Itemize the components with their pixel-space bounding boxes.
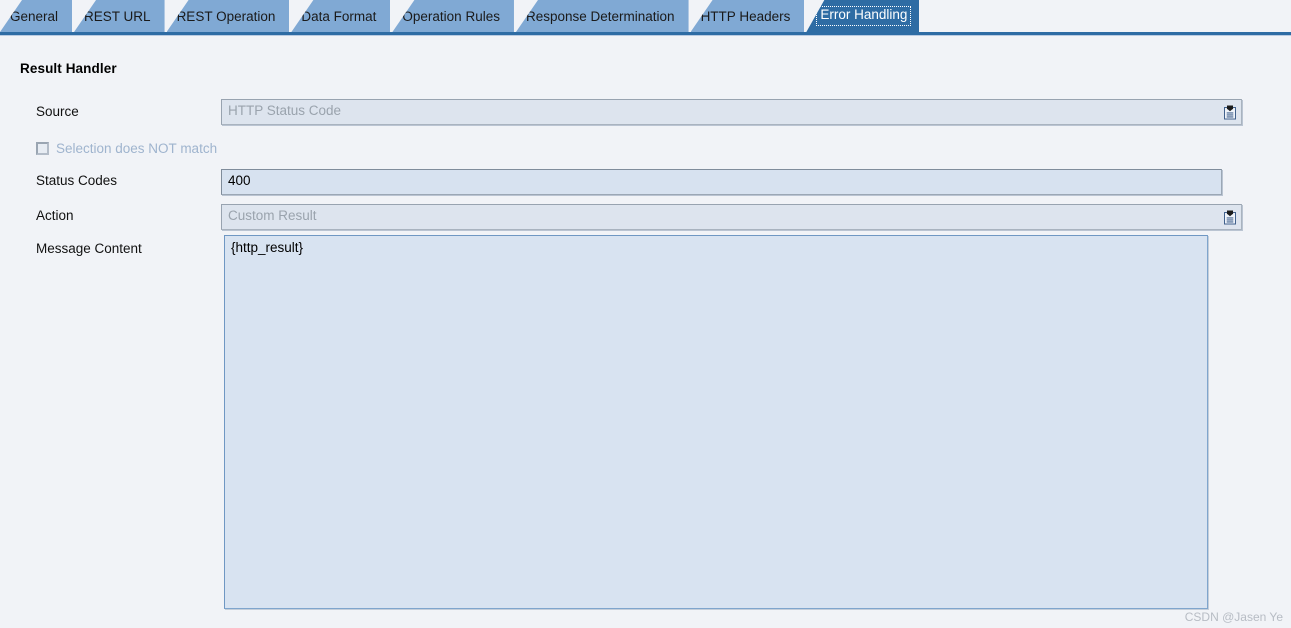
status-codes-field-wrapper: 400 [221,169,1222,195]
status-codes-label: Status Codes [36,173,118,188]
result-handler-form: Source HTTP Status Code Selection does N… [0,0,1291,628]
source-input-value: HTTP Status Code [228,103,342,118]
value-help-icon[interactable] [1220,101,1240,123]
value-help-icon[interactable] [1220,206,1240,228]
action-field-wrapper: Custom Result [221,204,1242,230]
source-field-wrapper: HTTP Status Code [221,99,1242,125]
message-content-label: Message Content [36,241,142,256]
action-input-value: Custom Result [228,208,317,223]
source-input[interactable]: HTTP Status Code [221,99,1242,125]
action-label: Action [36,208,74,223]
message-content-textarea[interactable] [224,235,1208,609]
negate-selection-checkbox-row[interactable]: Selection does NOT match [36,141,217,156]
negate-selection-checkbox[interactable] [36,142,49,155]
source-label: Source [36,104,79,119]
status-codes-input-value: 400 [228,173,251,188]
negate-selection-label: Selection does NOT match [56,141,218,156]
watermark: CSDN @Jasen Ye [1184,610,1283,624]
action-input[interactable]: Custom Result [221,204,1242,230]
status-codes-input[interactable]: 400 [221,169,1222,195]
